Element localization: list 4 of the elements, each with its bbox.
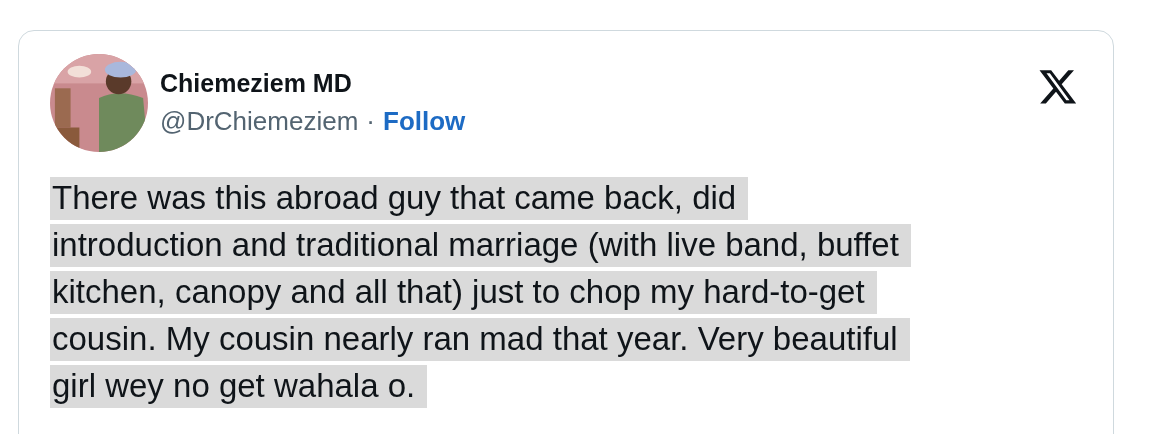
author-handle[interactable]: @DrChiemeziem: [160, 106, 359, 137]
author-name[interactable]: Chiemeziem MD: [160, 69, 352, 98]
follow-link[interactable]: Follow: [383, 106, 466, 137]
separator-dot: ·: [366, 106, 375, 137]
